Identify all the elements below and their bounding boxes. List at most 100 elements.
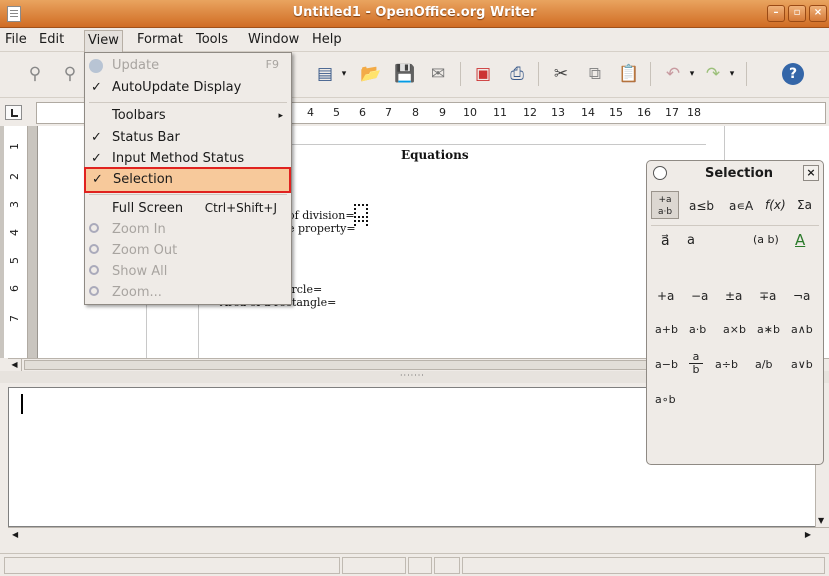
zoom-in-icon[interactable]: ⚲ [22, 61, 48, 87]
close-panel-button[interactable]: × [803, 165, 819, 181]
category-relations-icon[interactable]: a≤b [689, 199, 714, 213]
open-folder-icon[interactable]: 📂 [358, 61, 384, 87]
ruler-number: 10 [463, 106, 477, 119]
ruler-number: 3 [8, 201, 21, 208]
email-icon[interactable]: ✉ [425, 61, 451, 87]
formula-placeholder [354, 220, 368, 226]
symbol-minus-a[interactable]: −a [691, 289, 708, 303]
cut-icon[interactable]: ✂ [548, 61, 574, 87]
undo-dropdown-icon[interactable]: ▾ [686, 61, 698, 87]
symbol-a-times-b[interactable]: a×b [723, 323, 746, 336]
scroll-down-icon[interactable]: ▼ [818, 516, 824, 525]
ruler-number: 14 [581, 106, 595, 119]
menu-edit[interactable]: Edit [36, 32, 67, 47]
status-cell [4, 557, 340, 574]
symbol-a-cdot-b[interactable]: a·b [689, 323, 706, 336]
zoom-out-icon[interactable]: ⚲ [57, 61, 83, 87]
menu-view[interactable]: View [84, 30, 123, 52]
copy-icon[interactable]: ⧉ [582, 61, 608, 87]
menu-item-zoom-in[interactable]: Zoom In [85, 219, 291, 241]
category-set-operations-icon[interactable]: a∊A [729, 199, 753, 213]
menu-bar: File Edit View Format Tools Window Help [0, 28, 829, 52]
symbol-minusplus-a[interactable]: ∓a [759, 289, 776, 303]
submenu-arrow-icon: ▸ [278, 111, 283, 121]
title-bar: Untitled1 - OpenOffice.org Writer – ▫ × [0, 0, 829, 28]
menu-format[interactable]: Format [134, 32, 186, 47]
new-dropdown-icon[interactable]: ▾ [338, 61, 350, 87]
menu-tools[interactable]: Tools [193, 32, 231, 47]
category-others-icon[interactable]: a [687, 233, 695, 248]
minimize-button[interactable]: – [767, 5, 785, 22]
text-cursor [21, 394, 23, 414]
menu-window[interactable]: Window [245, 32, 302, 47]
menu-item-zoom[interactable]: Zoom... [85, 282, 291, 304]
save-icon[interactable]: 💾 [392, 61, 418, 87]
editor-horizontal-scrollbar[interactable]: ◀ ▶ [8, 527, 829, 543]
selection-panel-header[interactable]: Selection × [647, 161, 823, 185]
symbol-a-over-b[interactable]: ab [689, 351, 703, 376]
ruler-number: 17 [665, 106, 679, 119]
category-formats-icon[interactable]: A [795, 231, 805, 249]
menu-file[interactable]: File [2, 32, 30, 47]
status-cell [434, 557, 460, 574]
tab-stop-selector[interactable] [5, 105, 22, 120]
scroll-left-icon[interactable]: ◀ [12, 530, 18, 539]
symbol-a-slash-b[interactable]: a/b [755, 358, 772, 371]
redo-icon[interactable]: ↷ [700, 61, 726, 87]
redo-dropdown-icon[interactable]: ▾ [726, 61, 738, 87]
show-all-icon [89, 265, 99, 275]
category-attributes-icon[interactable]: a⃗ [661, 233, 670, 249]
symbol-a-or-b[interactable]: a∨b [791, 358, 813, 371]
maximize-button[interactable]: ▫ [788, 5, 806, 22]
symbol-a-and-b[interactable]: a∧b [791, 323, 813, 336]
selection-panel-title: Selection [705, 166, 774, 181]
menu-item-full-screen[interactable]: Full Screen Ctrl+Shift+J [85, 198, 291, 220]
ruler-number: 9 [439, 106, 446, 119]
category-operators-icon[interactable]: Σa [797, 198, 812, 212]
category-brackets-icon[interactable]: (a b) [753, 233, 779, 246]
help-icon[interactable]: ? [780, 61, 806, 87]
zoom-out-icon [89, 244, 99, 254]
ruler-number: 4 [8, 229, 21, 236]
category-unary-binary-icon[interactable]: +a a·b [651, 191, 679, 219]
menu-item-update[interactable]: Update F9 [85, 55, 291, 77]
symbol-a-plus-b[interactable]: a+b [655, 323, 678, 336]
print-icon[interactable]: ⎙ [504, 61, 530, 87]
symbol-a-div-b[interactable]: a÷b [715, 358, 738, 371]
ruler-number: 16 [637, 106, 651, 119]
zoom-icon [89, 286, 99, 296]
formula-placeholder [354, 204, 368, 218]
selection-symbols-panel: Selection × +a a·b a≤b a∊A f(x) Σa a⃗ a (… [646, 160, 824, 465]
symbol-plusminus-a[interactable]: ±a [725, 289, 742, 303]
category-functions-icon[interactable]: f(x) [765, 198, 786, 212]
ruler-number: 12 [523, 106, 537, 119]
ruler-number: 8 [412, 106, 419, 119]
menu-item-zoom-out[interactable]: Zoom Out [85, 240, 291, 262]
vertical-ruler[interactable]: 1 2 3 4 5 6 7 [4, 126, 28, 358]
menu-item-show-all[interactable]: Show All [85, 261, 291, 283]
scroll-right-icon[interactable]: ▶ [805, 530, 811, 539]
symbol-plus-a[interactable]: +a [657, 289, 674, 303]
symbol-a-minus-b[interactable]: a−b [655, 358, 678, 371]
undo-icon[interactable]: ↶ [660, 61, 686, 87]
close-button[interactable]: × [809, 5, 827, 22]
status-bar [0, 553, 829, 576]
status-cell [408, 557, 432, 574]
status-cell [462, 557, 825, 574]
symbol-a-circ-b[interactable]: a∘b [655, 393, 676, 406]
panel-pin-icon[interactable] [653, 166, 667, 180]
window-title: Untitled1 - OpenOffice.org Writer [292, 5, 537, 20]
menu-item-status-bar[interactable]: ✓ Status Bar [85, 127, 291, 149]
new-document-icon[interactable]: ▤ [312, 61, 338, 87]
paste-icon[interactable]: 📋 [616, 61, 642, 87]
symbol-a-ast-b[interactable]: a∗b [757, 323, 780, 336]
menu-item-autoupdate-display[interactable]: ✓ AutoUpdate Display [85, 77, 291, 99]
export-pdf-icon[interactable]: ▣ [470, 61, 496, 87]
update-icon [89, 59, 103, 73]
symbol-not-a[interactable]: ¬a [793, 289, 810, 303]
document-title: Equations [401, 148, 469, 162]
scroll-left-icon[interactable]: ◀ [8, 359, 22, 371]
menu-help[interactable]: Help [309, 32, 345, 47]
ruler-number: 4 [307, 106, 314, 119]
menu-item-toolbars[interactable]: Toolbars ▸ [85, 105, 291, 127]
